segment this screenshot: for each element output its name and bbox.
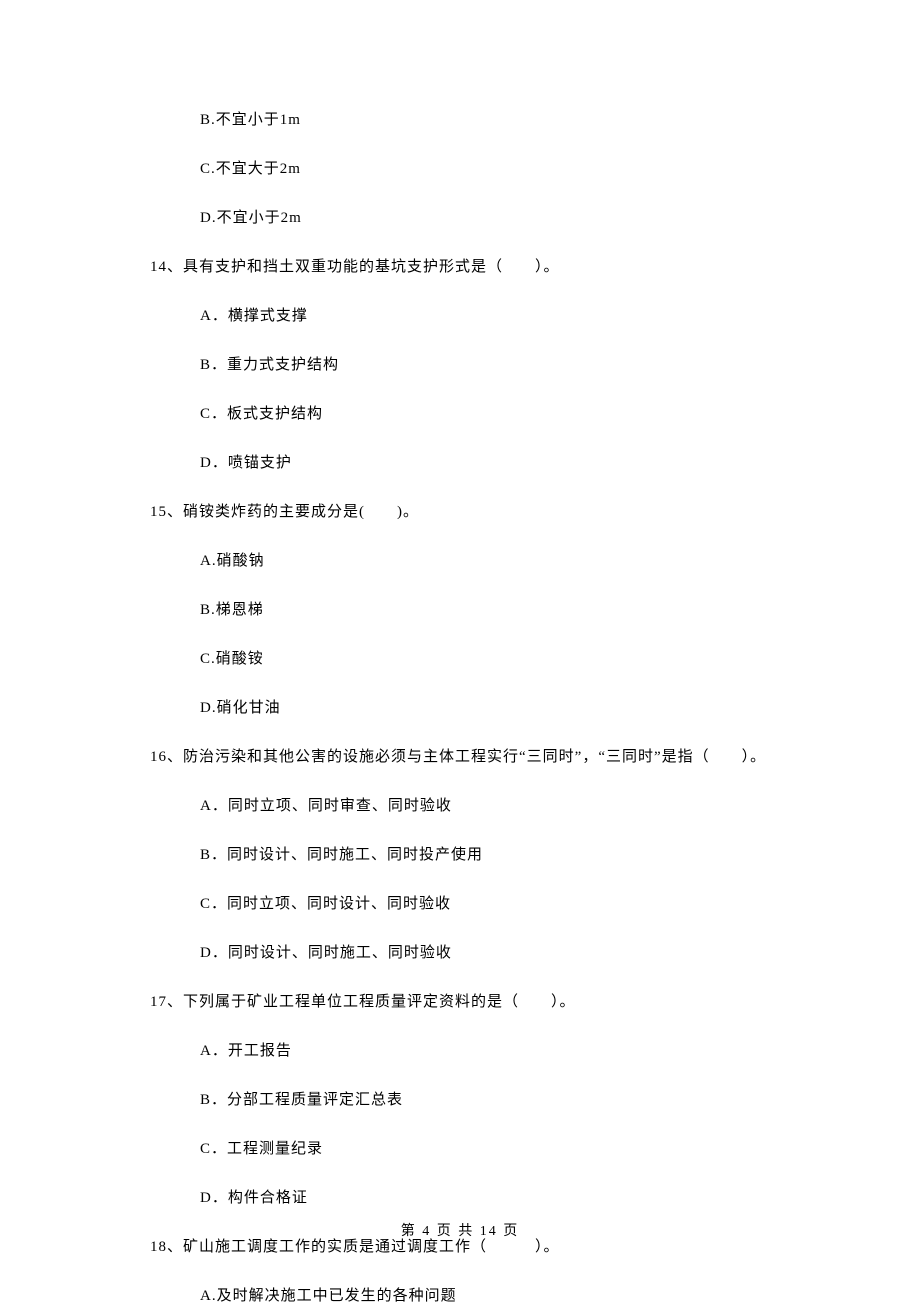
q18-option-a: A.及时解决施工中已发生的各种问题 [150,1286,790,1307]
q14-option-d: D．喷锚支护 [150,453,790,474]
q14-option-b: B．重力式支护结构 [150,355,790,376]
q15-option-b: B.梯恩梯 [150,600,790,621]
q16-option-d: D．同时设计、同时施工、同时验收 [150,943,790,964]
q17-option-d: D．构件合格证 [150,1188,790,1209]
q15-option-a: A.硝酸钠 [150,551,790,572]
q17-option-a: A．开工报告 [150,1041,790,1062]
q17-option-c: C．工程测量纪录 [150,1139,790,1160]
q16-option-b: B．同时设计、同时施工、同时投产使用 [150,845,790,866]
q14-stem: 14、具有支护和挡土双重功能的基坑支护形式是（ ）。 [150,257,790,278]
document-page: B.不宜小于1m C.不宜大于2m D.不宜小于2m 14、具有支护和挡土双重功… [0,0,920,1307]
q16-option-a: A．同时立项、同时审查、同时验收 [150,796,790,817]
q15-option-c: C.硝酸铵 [150,649,790,670]
q17-option-b: B．分部工程质量评定汇总表 [150,1090,790,1111]
q15-option-d: D.硝化甘油 [150,698,790,719]
q14-option-a: A．横撑式支撑 [150,306,790,327]
q16-stem: 16、防治污染和其他公害的设施必须与主体工程实行“三同时”，“三同时”是指（ ）… [150,747,790,768]
page-footer: 第 4 页 共 14 页 [0,1222,920,1242]
q17-stem: 17、下列属于矿业工程单位工程质量评定资料的是（ ）。 [150,992,790,1013]
q14-option-c: C．板式支护结构 [150,404,790,425]
q15-stem: 15、硝铵类炸药的主要成分是( )。 [150,502,790,523]
q13-option-d: D.不宜小于2m [150,208,790,229]
q16-option-c: C．同时立项、同时设计、同时验收 [150,894,790,915]
q13-option-c: C.不宜大于2m [150,159,790,180]
q13-option-b: B.不宜小于1m [150,110,790,131]
